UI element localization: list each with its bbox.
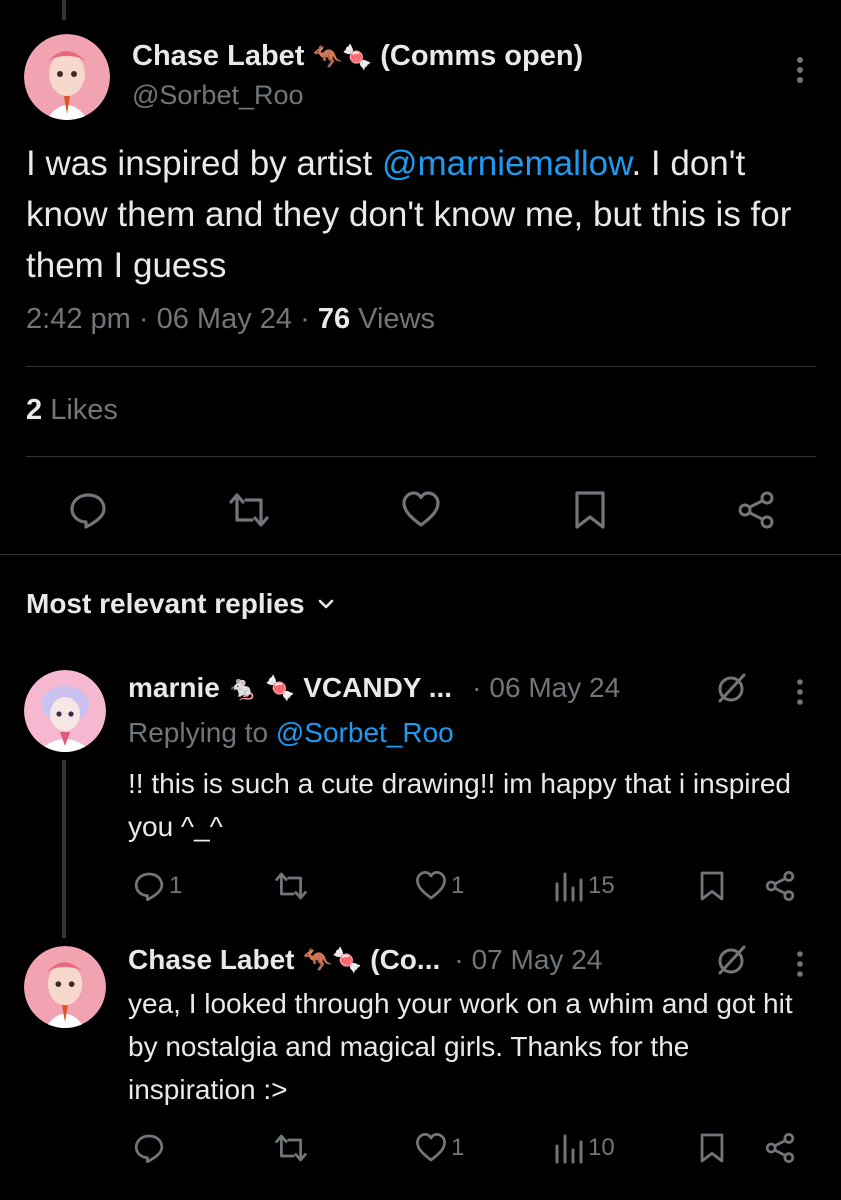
meta-sep: · bbox=[300, 303, 310, 335]
divider bbox=[26, 456, 816, 457]
name-emojis: 🦘🍬 bbox=[312, 42, 373, 71]
handle[interactable]: @Sorbet_Roo bbox=[132, 80, 304, 111]
views-icon bbox=[554, 1132, 584, 1164]
views-count: 10 bbox=[588, 1134, 615, 1161]
meta-sep: · bbox=[472, 672, 482, 703]
avatar[interactable] bbox=[24, 946, 106, 1028]
views-button[interactable]: 15 bbox=[554, 870, 615, 902]
name-emojis: 🦘🍬 bbox=[302, 946, 363, 974]
tweet-meta: 2:42 pm · 06 May 24 · 76 Views bbox=[26, 303, 435, 336]
like-icon[interactable] bbox=[401, 490, 441, 530]
tweet-text-start: I was inspired by artist bbox=[26, 144, 382, 183]
avatar[interactable] bbox=[24, 34, 110, 120]
reply-date[interactable]: 06 May 24 bbox=[489, 672, 620, 704]
tweet-date[interactable]: 06 May 24 bbox=[157, 303, 292, 335]
reply-icon[interactable] bbox=[133, 1132, 165, 1164]
divider bbox=[0, 554, 841, 555]
reply-text: !! this is such a cute drawing!! im happ… bbox=[128, 768, 791, 842]
views-count: 15 bbox=[588, 872, 615, 899]
replying-label: Replying to bbox=[128, 717, 276, 748]
avatar[interactable] bbox=[24, 670, 106, 752]
chevron-down-icon bbox=[317, 595, 335, 613]
replies-header-label: Most relevant replies bbox=[26, 588, 305, 619]
share-icon[interactable] bbox=[764, 870, 796, 902]
views-label: Views bbox=[358, 303, 435, 335]
replying-to: Replying to @Sorbet_Roo bbox=[128, 717, 454, 749]
name-emojis: 🐁 🍬 bbox=[227, 674, 296, 702]
bookmark-icon[interactable] bbox=[699, 870, 725, 902]
reply-author-line: Chase Labet 🦘🍬 (Co... · 07 May 24 bbox=[128, 944, 602, 976]
name-suffix: (Co... bbox=[370, 944, 441, 975]
like-count: 1 bbox=[451, 1134, 465, 1161]
replying-to-link[interactable]: @Sorbet_Roo bbox=[276, 717, 454, 748]
thread-line bbox=[62, 760, 66, 938]
like-button[interactable]: 1 bbox=[415, 1132, 464, 1164]
display-name[interactable]: marnie bbox=[128, 672, 220, 704]
reply-date[interactable]: 07 May 24 bbox=[472, 944, 603, 976]
reply-text: yea, I looked through your work on a whi… bbox=[128, 988, 793, 1105]
share-icon[interactable] bbox=[764, 1132, 796, 1164]
like-button[interactable]: 1 bbox=[415, 870, 464, 902]
mute-icon[interactable] bbox=[716, 944, 748, 976]
more-icon[interactable] bbox=[788, 950, 812, 978]
bookmark-icon[interactable] bbox=[573, 490, 607, 530]
name-suffix: (Comms open) bbox=[380, 40, 584, 72]
meta-sep: · bbox=[454, 944, 464, 975]
reply-button[interactable]: 1 bbox=[133, 870, 182, 902]
reply-author-line: marnie 🐁 🍬 VCANDY ... · 06 May 24 bbox=[128, 672, 620, 704]
divider bbox=[26, 366, 816, 367]
reply-icon[interactable] bbox=[68, 490, 108, 530]
reply-icon bbox=[133, 870, 165, 902]
tweet-text: I was inspired by artist @marniemallow. … bbox=[26, 138, 796, 291]
more-icon[interactable] bbox=[786, 56, 814, 84]
retweet-icon[interactable] bbox=[272, 1132, 310, 1164]
meta-sep: · bbox=[138, 303, 149, 335]
likes-label: Likes bbox=[50, 394, 118, 426]
reply-count: 1 bbox=[169, 872, 183, 899]
name-suffix: VCANDY ... bbox=[303, 672, 453, 703]
mute-icon[interactable] bbox=[716, 672, 748, 704]
mention-link[interactable]: @marniemallow bbox=[382, 144, 632, 183]
display-name[interactable]: Chase Labet bbox=[132, 40, 304, 73]
views-icon bbox=[554, 870, 584, 902]
retweet-icon[interactable] bbox=[272, 870, 310, 902]
more-icon[interactable] bbox=[788, 678, 812, 706]
thread-line-top bbox=[62, 0, 66, 20]
views-button[interactable]: 10 bbox=[554, 1132, 615, 1164]
bookmark-icon[interactable] bbox=[699, 1132, 725, 1164]
likes-count: 2 bbox=[26, 394, 43, 426]
like-icon bbox=[415, 1132, 447, 1164]
display-name[interactable]: Chase Labet bbox=[128, 944, 295, 976]
share-icon[interactable] bbox=[736, 490, 776, 530]
like-count: 1 bbox=[451, 872, 465, 899]
replies-sort-button[interactable]: Most relevant replies bbox=[26, 588, 335, 620]
like-icon bbox=[415, 870, 447, 902]
likes-summary[interactable]: 2 Likes bbox=[26, 394, 118, 427]
views-count: 76 bbox=[317, 303, 351, 335]
author-line: Chase Labet 🦘🍬 (Comms open) bbox=[132, 40, 583, 73]
retweet-icon[interactable] bbox=[226, 490, 272, 530]
tweet-time[interactable]: 2:42 pm bbox=[26, 303, 131, 335]
